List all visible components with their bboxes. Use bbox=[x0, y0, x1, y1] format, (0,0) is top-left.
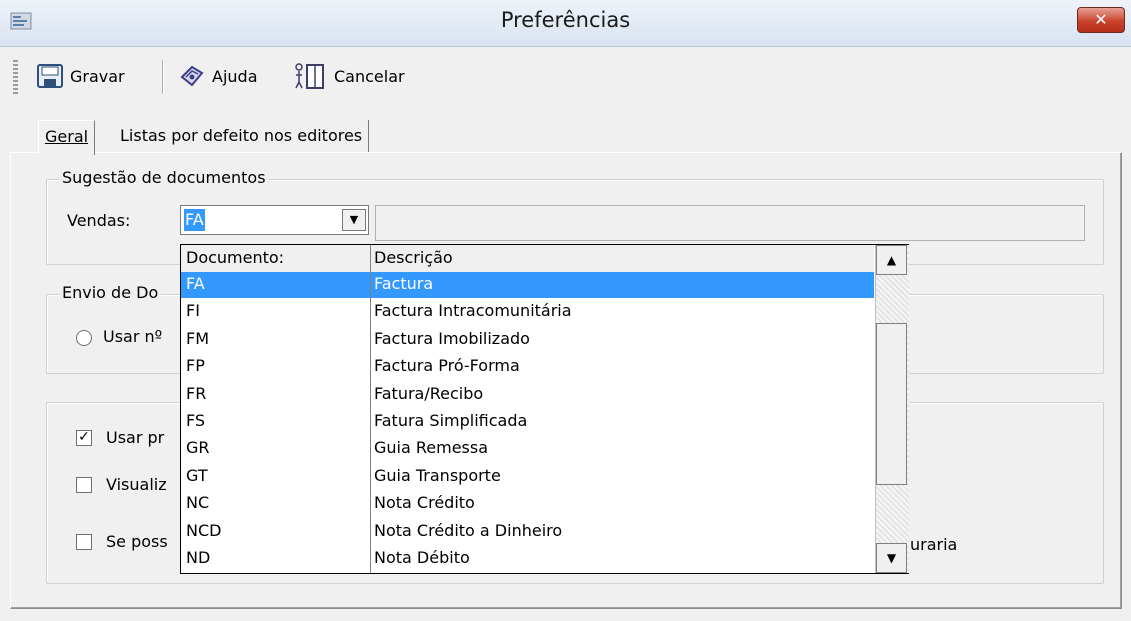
list-item[interactable]: GT Guia Transporte bbox=[181, 464, 874, 490]
help-label: Ajuda bbox=[212, 66, 258, 86]
sales-description-field bbox=[375, 205, 1085, 241]
visualize-checkbox[interactable] bbox=[76, 477, 92, 493]
tab-listas-label: Listas por defeito nos editores bbox=[120, 126, 363, 145]
toolbar-grip[interactable] bbox=[13, 60, 18, 94]
send-group-title: Envio de Do bbox=[59, 283, 162, 302]
list-item[interactable]: NCD Nota Crédito a Dinheiro bbox=[181, 519, 874, 545]
list-item-description: Guia Transporte bbox=[374, 465, 501, 485]
list-item[interactable]: NC Nota Crédito bbox=[181, 491, 874, 517]
list-item[interactable]: FP Factura Pró-Forma bbox=[181, 354, 874, 380]
cancel-door-icon bbox=[295, 63, 324, 89]
sales-label: Vendas: bbox=[67, 211, 131, 230]
column-line bbox=[370, 272, 371, 573]
list-item-description: Fatura/Recibo bbox=[374, 383, 484, 403]
use-checkbox[interactable]: ✓ bbox=[76, 430, 92, 446]
list-item[interactable]: FR Fatura/Recibo bbox=[181, 382, 874, 408]
save-button[interactable]: Gravar bbox=[36, 60, 125, 92]
cancel-button[interactable]: Cancelar bbox=[292, 60, 405, 92]
list-item-document: FA bbox=[186, 274, 205, 293]
suggestion-group-title: Sugestão de documentos bbox=[59, 168, 269, 187]
help-button[interactable]: Ajuda bbox=[178, 60, 258, 92]
close-button[interactable]: ✕ bbox=[1077, 7, 1125, 33]
list-item-description: Nota Débito bbox=[374, 548, 470, 567]
list-item-document: FI bbox=[186, 301, 200, 321]
tab-listas[interactable]: Listas por defeito nos editores bbox=[114, 120, 370, 152]
cancel-label: Cancelar bbox=[334, 66, 405, 86]
column-divider[interactable] bbox=[370, 245, 371, 272]
scroll-up-arrow-icon[interactable]: ▲ bbox=[876, 245, 907, 275]
list-item-document: GR bbox=[186, 438, 210, 458]
column-header-document[interactable]: Documento: bbox=[186, 248, 284, 267]
document-dropdown-list[interactable]: Documento: Descrição FA Factura FI Factura … bbox=[180, 244, 909, 574]
column-header-description[interactable]: Descrição bbox=[374, 248, 453, 267]
list-item-document: NC bbox=[186, 493, 210, 513]
toolbar-separator bbox=[162, 60, 164, 94]
list-item-document: ND bbox=[186, 548, 211, 567]
list-item-document: FM bbox=[186, 328, 210, 348]
if-possible-checkbox[interactable] bbox=[76, 534, 92, 550]
list-item-description: Guia Remessa bbox=[374, 438, 489, 458]
if-possible-trailing-text: uraria bbox=[910, 535, 958, 554]
title-bar: Preferências ✕ bbox=[0, 0, 1131, 47]
scroll-down-arrow-icon[interactable]: ▼ bbox=[876, 543, 907, 573]
list-item-description: Factura bbox=[374, 274, 434, 293]
list-item-description: Nota Crédito bbox=[374, 493, 475, 513]
sales-combo[interactable]: FA ▼ bbox=[180, 205, 369, 235]
list-item[interactable]: ND Nota Débito bbox=[181, 546, 874, 572]
list-item-document: GT bbox=[186, 465, 208, 485]
list-item[interactable]: FM Factura Imobilizado bbox=[181, 327, 874, 353]
list-item-description: Nota Crédito a Dinheiro bbox=[374, 520, 563, 540]
save-label: Gravar bbox=[70, 66, 125, 86]
list-item-document: NCD bbox=[186, 520, 222, 540]
use-number-label: Usar nº bbox=[103, 327, 163, 346]
list-item-document: FP bbox=[186, 356, 205, 376]
list-item-document: FR bbox=[186, 383, 207, 403]
window-title: Preferências bbox=[500, 8, 631, 32]
dropdown-header: Documento: Descrição bbox=[181, 245, 874, 273]
list-item[interactable]: FS Fatura Simplificada bbox=[181, 409, 874, 435]
if-possible-label: Se poss bbox=[106, 532, 168, 551]
sales-combo-value: FA bbox=[184, 209, 205, 231]
list-item-description: Factura Imobilizado bbox=[374, 328, 530, 348]
dropdown-scrollbar[interactable]: ▲ ▼ bbox=[875, 245, 909, 573]
use-label: Usar pr bbox=[106, 428, 165, 447]
list-item[interactable]: FI Factura Intracomunitária bbox=[181, 299, 874, 325]
scroll-thumb[interactable] bbox=[876, 323, 907, 485]
visualize-label: Visualiz bbox=[106, 475, 167, 494]
list-item-description: Fatura Simplificada bbox=[374, 411, 528, 430]
floppy-disk-icon bbox=[37, 64, 63, 88]
list-item[interactable]: GR Guia Remessa bbox=[181, 436, 874, 462]
help-book-icon bbox=[180, 65, 204, 87]
use-number-radio[interactable] bbox=[76, 330, 92, 346]
list-item-description: Factura Intracomunitária bbox=[374, 301, 572, 321]
list-item-document: FS bbox=[186, 411, 206, 430]
tab-geral-label: Geral bbox=[45, 127, 89, 146]
list-item-description: Factura Pró-Forma bbox=[374, 356, 520, 376]
chevron-down-icon[interactable]: ▼ bbox=[342, 209, 366, 231]
list-item[interactable]: FA Factura bbox=[181, 272, 874, 298]
tab-geral[interactable]: Geral bbox=[38, 120, 96, 155]
